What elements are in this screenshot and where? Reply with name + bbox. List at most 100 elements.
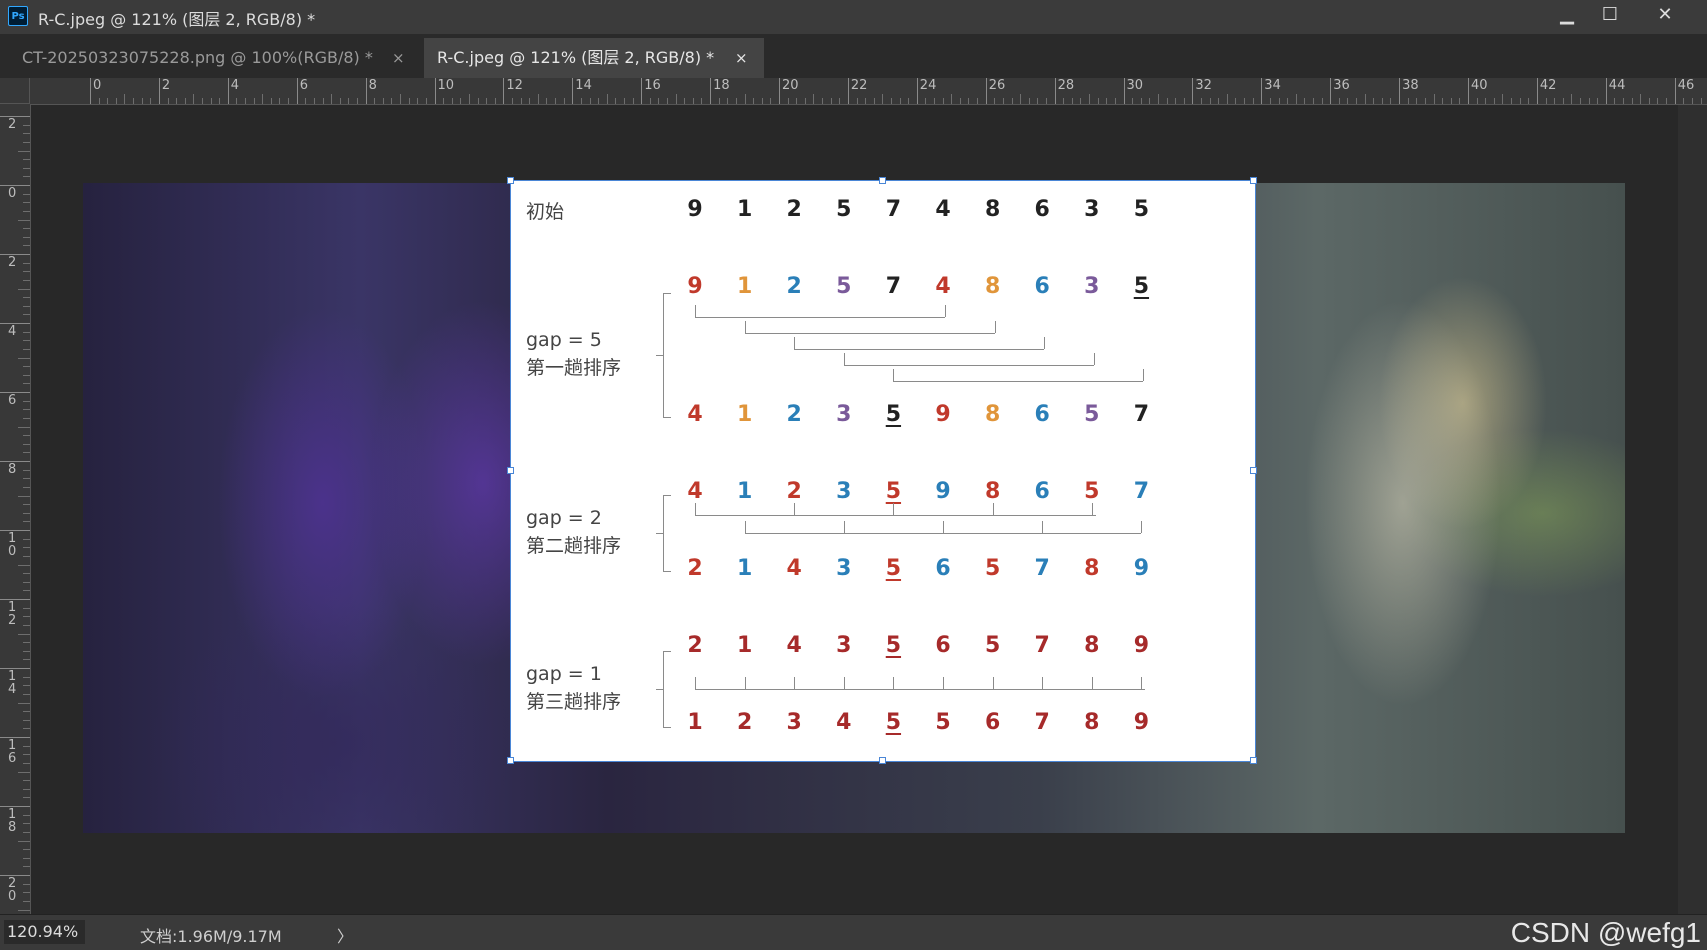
ruler-minor-tick bbox=[735, 98, 737, 104]
vertical-scrollbar[interactable] bbox=[1678, 105, 1707, 914]
ruler-minor-tick bbox=[1002, 98, 1004, 104]
ruler-minor-tick bbox=[856, 98, 858, 104]
ruler-minor-tick bbox=[684, 98, 686, 104]
gap5-connector bbox=[695, 305, 696, 317]
title-bar: Ps R-C.jpeg @ 121% (图层 2, RGB/8) * ▁ ☐ ✕ bbox=[0, 0, 1707, 34]
ruler-minor-tick bbox=[1252, 98, 1254, 104]
ruler-minor-tick bbox=[1080, 98, 1082, 104]
pass1-top-number: 3 bbox=[1084, 274, 1100, 299]
ruler-minor-tick bbox=[23, 374, 30, 376]
ruler-minor-tick bbox=[486, 98, 488, 104]
transform-handle-top-left[interactable] bbox=[507, 177, 514, 184]
tab-close-icon[interactable]: × bbox=[392, 38, 405, 78]
ruler-label: 2 bbox=[8, 255, 17, 270]
pass1-bottom-number: 5 bbox=[1084, 402, 1100, 427]
transform-handle-bottom-right[interactable] bbox=[1250, 757, 1257, 764]
tab-close-icon[interactable]: × bbox=[735, 38, 748, 78]
ruler-major-tick bbox=[158, 78, 160, 104]
gap5-connector bbox=[843, 365, 1094, 366]
bracket-tick bbox=[663, 651, 671, 652]
ruler-minor-tick bbox=[23, 900, 30, 902]
transform-handle-top[interactable] bbox=[879, 177, 886, 184]
ruler-minor-tick bbox=[675, 94, 677, 104]
ruler-major-tick bbox=[1054, 78, 1056, 104]
ruler-minor-tick bbox=[23, 547, 30, 549]
tab-ct-png[interactable]: CT-20250323075228.png @ 100%(RGB/8) * × bbox=[8, 38, 420, 78]
ruler-label: 46 bbox=[1677, 78, 1695, 93]
ruler-minor-tick bbox=[1381, 98, 1383, 104]
ruler-minor-tick bbox=[23, 366, 30, 368]
tab-label: CT-20250323075228.png @ 100%(RGB/8) * bbox=[22, 48, 373, 67]
pass3-top-number: 2 bbox=[687, 633, 703, 658]
ruler-minor-tick bbox=[23, 314, 30, 316]
vertical-ruler[interactable]: 2 0 2 4 6 8 10 12 14 16 18 20 bbox=[0, 104, 31, 914]
transform-handle-bottom-left[interactable] bbox=[507, 757, 514, 764]
gap1-connector bbox=[1091, 677, 1093, 689]
ruler-minor-tick bbox=[1476, 98, 1478, 104]
ruler-major-tick bbox=[434, 78, 436, 104]
ruler-minor-tick bbox=[477, 98, 479, 104]
gap5-connector bbox=[794, 349, 1045, 350]
pass3-bracket bbox=[663, 651, 664, 727]
ruler-minor-tick bbox=[1614, 98, 1616, 104]
zoom-level-field[interactable]: 120.94% bbox=[4, 920, 85, 944]
shell-sort-diagram-layer[interactable]: 初始 gap = 5 第一趟排序 gap = 2 第二趟排序 gap = 1 第… bbox=[511, 181, 1255, 761]
status-menu-arrow-icon[interactable]: 〉 bbox=[337, 923, 353, 947]
transform-handle-left[interactable] bbox=[507, 467, 514, 474]
ruler-minor-tick bbox=[23, 271, 30, 273]
ruler-minor-tick bbox=[1321, 98, 1323, 104]
ruler-minor-tick bbox=[968, 98, 970, 104]
pass3-top-number: 1 bbox=[736, 633, 753, 658]
pass1-top-number: 7 bbox=[885, 274, 902, 299]
ruler-label: 2 bbox=[8, 117, 17, 132]
ruler-minor-tick bbox=[23, 607, 30, 609]
transform-handle-bottom[interactable] bbox=[879, 757, 886, 764]
pass3-top-number: 9 bbox=[1133, 633, 1150, 658]
ruler-minor-tick bbox=[520, 98, 522, 104]
tab-label: R-C.jpeg @ 121% (图层 2, RGB/8) * bbox=[437, 48, 715, 67]
ruler-minor-tick bbox=[908, 98, 910, 104]
tab-rc-jpeg[interactable]: R-C.jpeg @ 121% (图层 2, RGB/8) * × bbox=[424, 38, 764, 78]
close-window-icon[interactable]: ✕ bbox=[1640, 0, 1690, 30]
ruler-minor-tick bbox=[23, 849, 30, 851]
pass1-bottom-number: 4 bbox=[687, 402, 703, 427]
pass2-top-number: 1 bbox=[736, 479, 753, 504]
ruler-minor-tick bbox=[23, 676, 30, 678]
ruler-minor-tick bbox=[23, 573, 30, 575]
ruler-minor-tick bbox=[1140, 98, 1142, 104]
ruler-minor-tick bbox=[1295, 94, 1297, 104]
ruler-minor-tick bbox=[460, 98, 462, 104]
horizontal-ruler[interactable]: 0 2 4 6 8 10 12 14 16 18 20 22 24 26 28 30 32 34 36 38 40 42 4… bbox=[30, 78, 1707, 105]
ruler-minor-tick bbox=[1347, 98, 1349, 104]
pass1-top-number: 6 bbox=[1034, 274, 1050, 299]
ruler-minor-tick bbox=[546, 98, 548, 104]
ruler-minor-tick bbox=[658, 98, 660, 104]
pass1-bottom-number: 6 bbox=[1034, 402, 1050, 427]
ruler-minor-tick bbox=[23, 883, 30, 885]
ruler-label: 10 bbox=[8, 531, 17, 559]
ruler-minor-tick bbox=[1097, 98, 1099, 104]
gap5-connector bbox=[893, 369, 895, 381]
ruler-minor-tick bbox=[1106, 98, 1108, 104]
photoshop-icon: Ps bbox=[8, 6, 28, 26]
pass3-top-number: 4 bbox=[786, 633, 802, 658]
ruler-major-tick bbox=[710, 78, 712, 104]
ruler-minor-tick bbox=[1304, 98, 1306, 104]
pass2-bottom-number: 6 bbox=[935, 556, 951, 581]
pass2-bottom-number: 7 bbox=[1034, 556, 1050, 581]
ruler-minor-tick bbox=[176, 98, 178, 104]
transform-handle-right[interactable] bbox=[1250, 467, 1257, 474]
ruler-minor-tick bbox=[925, 98, 927, 104]
transform-handle-top-right[interactable] bbox=[1250, 177, 1257, 184]
ruler-minor-tick bbox=[1037, 98, 1039, 104]
ruler-minor-tick bbox=[23, 305, 30, 307]
ruler-minor-tick bbox=[589, 98, 591, 104]
ruler-label: 28 bbox=[1057, 78, 1075, 93]
pass3-bottom-number: 3 bbox=[786, 710, 802, 735]
maximize-icon[interactable]: ☐ bbox=[1585, 0, 1635, 30]
gap5-connector bbox=[695, 317, 945, 318]
ruler-minor-tick bbox=[150, 98, 152, 104]
gap2-connector bbox=[1091, 503, 1093, 515]
ruler-minor-tick bbox=[23, 728, 30, 730]
ruler-minor-tick bbox=[23, 831, 30, 833]
